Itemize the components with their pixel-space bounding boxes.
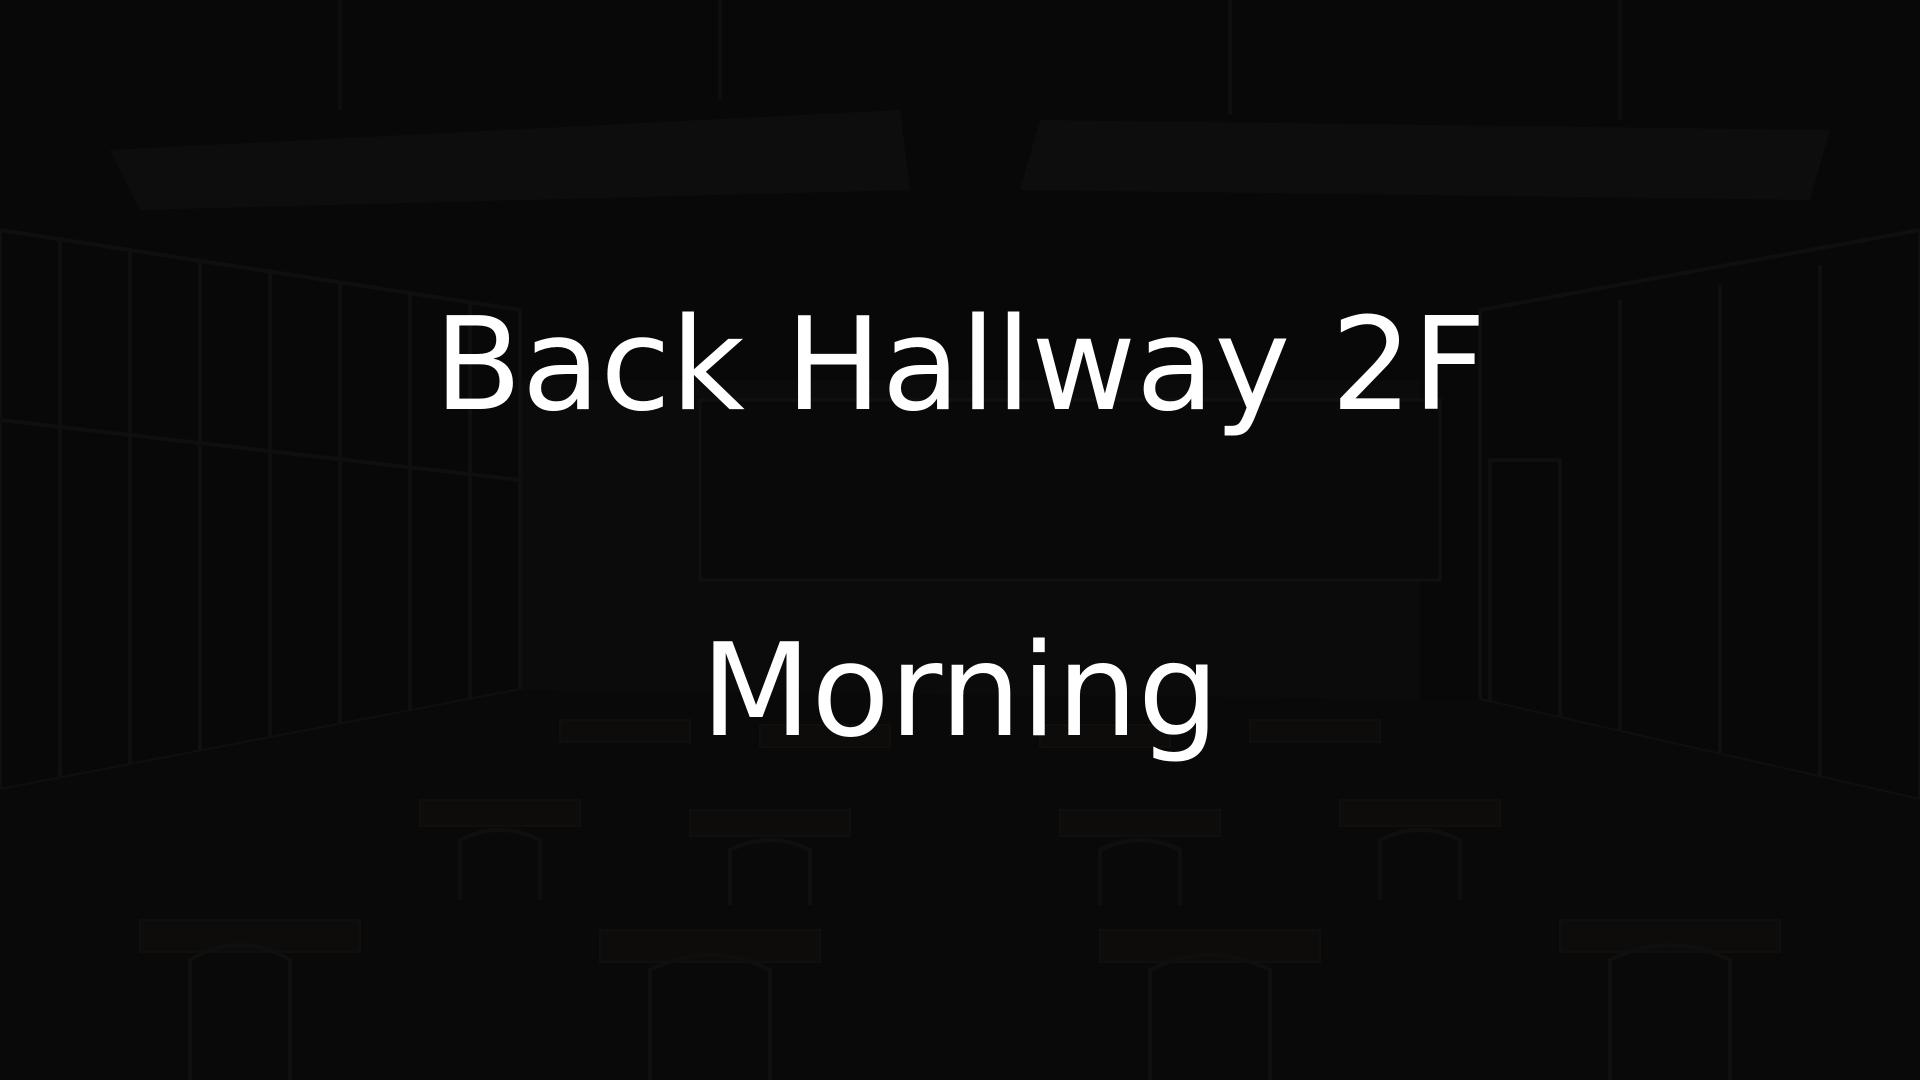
dim-overlay [0, 0, 1920, 1080]
location-title: Back Hallway 2F [434, 291, 1486, 440]
time-of-day-title: Morning [700, 617, 1220, 766]
transition-screen[interactable]: Back Hallway 2F Morning [0, 0, 1920, 1080]
